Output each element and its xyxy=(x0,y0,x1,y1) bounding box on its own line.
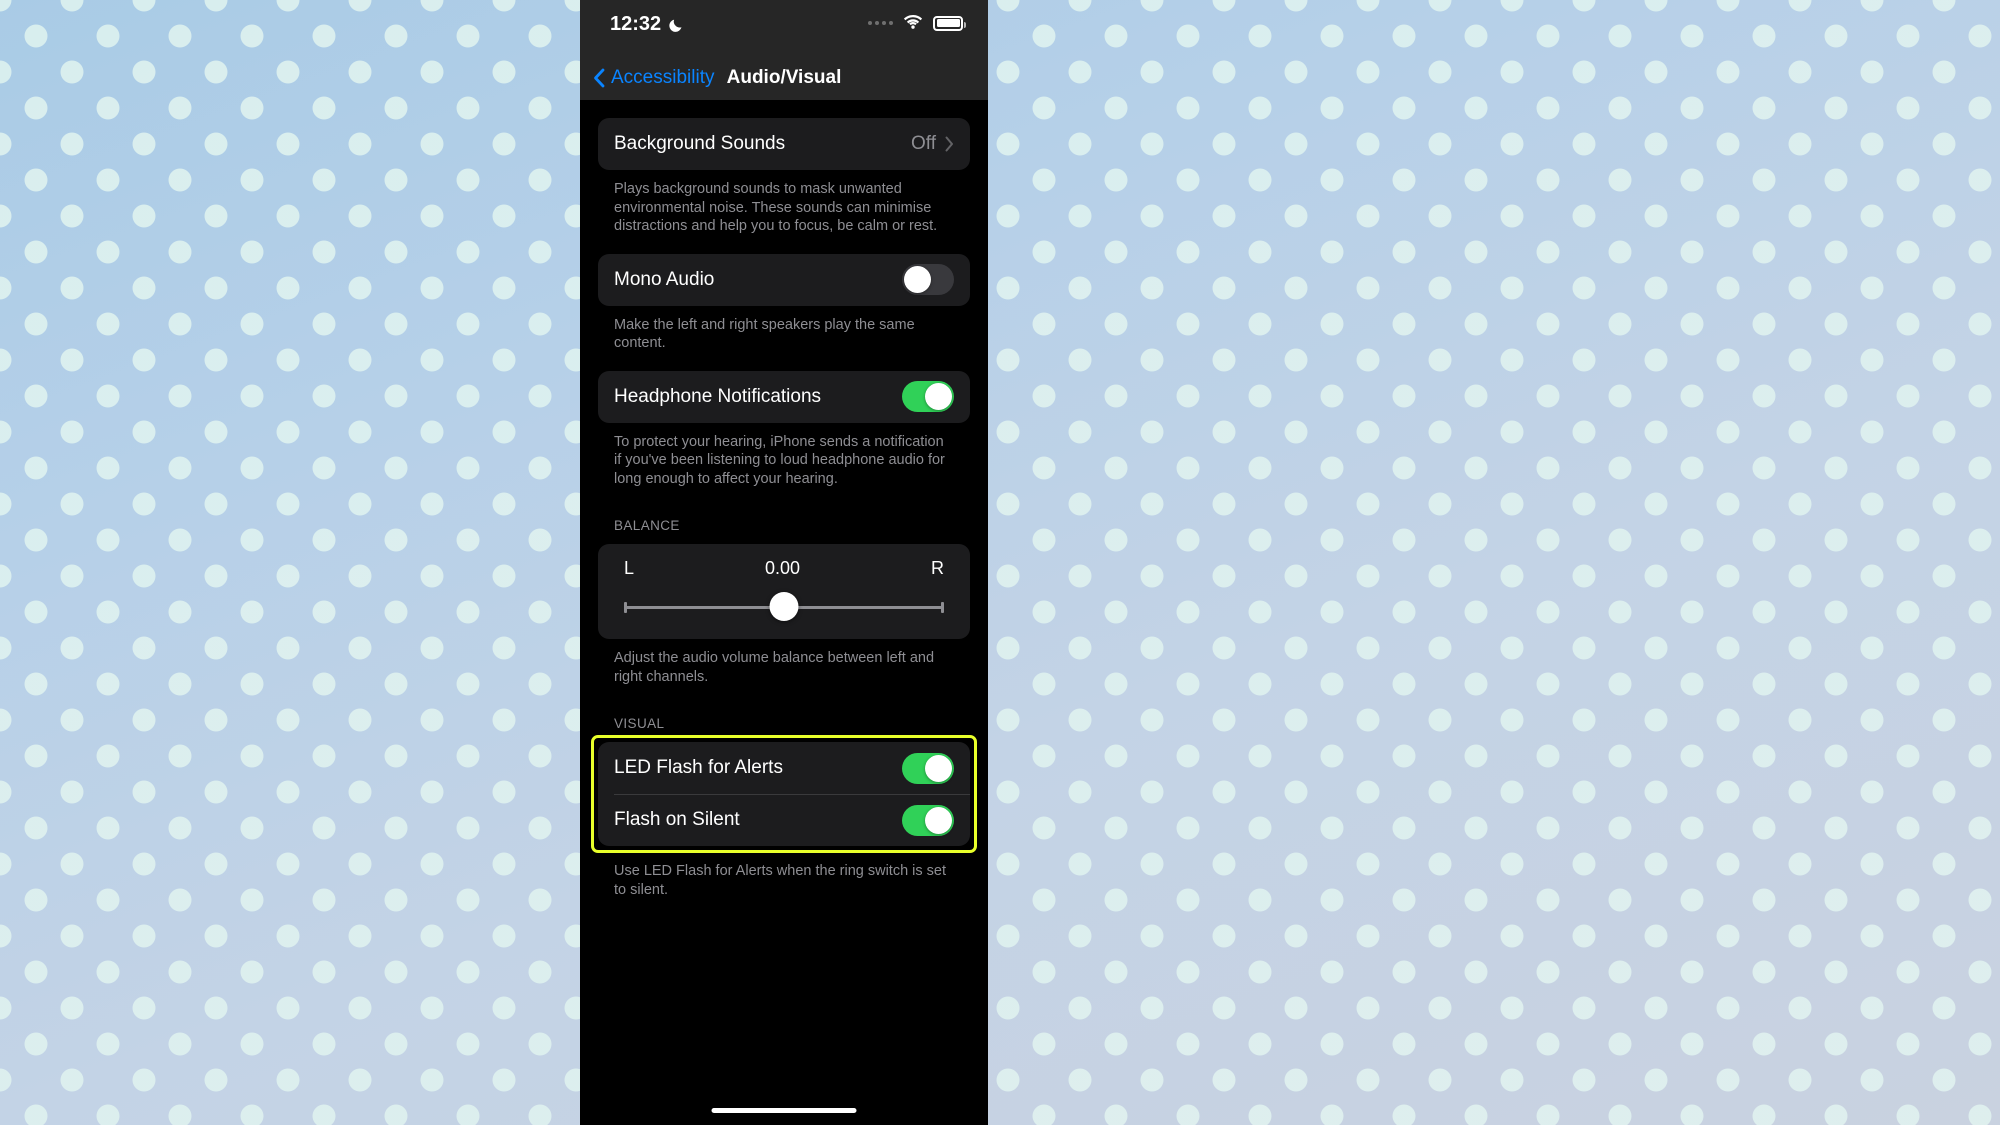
visual-section-header: VISUAL xyxy=(614,716,665,732)
home-indicator[interactable] xyxy=(711,1108,857,1113)
crescent-moon-icon xyxy=(669,19,682,32)
row-background-sounds[interactable]: Background Sounds Off xyxy=(598,118,970,170)
status-bar: 12:32 xyxy=(580,0,988,56)
mono-audio-label: Mono Audio xyxy=(614,268,715,290)
balance-labels: L 0.00 R xyxy=(624,558,944,579)
desktop-wallpaper xyxy=(0,0,2000,1125)
status-bar-right xyxy=(868,15,966,31)
headphone-notifications-description: To protect your hearing, iPhone sends a … xyxy=(614,433,945,487)
balance-section-header: BALANCE xyxy=(614,518,680,534)
row-led-flash-for-alerts[interactable]: LED Flash for Alerts xyxy=(598,742,970,794)
battery-full-icon xyxy=(933,15,966,31)
background-sounds-right: Off xyxy=(911,133,954,155)
mono-audio-toggle[interactable] xyxy=(902,264,954,296)
led-flash-toggle[interactable] xyxy=(902,752,954,784)
balance-left-label: L xyxy=(624,558,635,579)
visual-card: LED Flash for Alerts Flash on Silent xyxy=(598,742,970,847)
back-button-label: Accessibility xyxy=(611,67,715,88)
row-flash-on-silent[interactable]: Flash on Silent xyxy=(598,794,970,846)
background-sounds-label: Background Sounds xyxy=(614,133,786,154)
headphone-notifications-toggle[interactable] xyxy=(902,381,954,413)
balance-right-label: R xyxy=(931,558,944,579)
chevron-right-icon xyxy=(945,136,953,152)
phone-screen: 12:32 Accessibility Audio/Visual Backgro… xyxy=(580,0,988,1125)
balance-slider[interactable] xyxy=(624,592,944,622)
row-mono-audio[interactable]: Mono Audio xyxy=(598,254,970,306)
background-sounds-description: Plays background sounds to mask unwanted… xyxy=(614,181,938,235)
background-sounds-card: Background Sounds Off xyxy=(598,118,970,170)
balance-value: 0.00 xyxy=(764,558,801,579)
flash-on-silent-toggle[interactable] xyxy=(902,804,954,836)
visual-description: Use LED Flash for Alerts when the ring s… xyxy=(614,863,947,899)
balance-slider-handle[interactable] xyxy=(769,592,799,622)
row-headphone-notifications[interactable]: Headphone Notifications xyxy=(598,371,970,423)
toggle-knob xyxy=(925,754,952,782)
led-flash-label: LED Flash for Alerts xyxy=(614,757,783,779)
toggle-knob xyxy=(904,266,931,294)
navigation-bar: Accessibility Audio/Visual xyxy=(580,56,988,100)
clock-time: 12:32 xyxy=(610,13,662,35)
mono-audio-description: Make the left and right speakers play th… xyxy=(614,316,915,352)
signal-dots-icon xyxy=(868,21,893,25)
mono-audio-card: Mono Audio xyxy=(598,253,970,306)
wifi-icon xyxy=(903,15,923,29)
background-sounds-value: Off xyxy=(911,133,936,154)
headphone-notifications-card: Headphone Notifications xyxy=(598,370,970,423)
headphone-notifications-label: Headphone Notifications xyxy=(614,385,822,407)
balance-description: Adjust the audio volume balance between … xyxy=(614,650,935,685)
toggle-knob xyxy=(925,806,952,834)
back-button[interactable]: Accessibility xyxy=(593,67,714,89)
flash-on-silent-label: Flash on Silent xyxy=(614,809,740,831)
chevron-left-icon xyxy=(594,68,605,88)
balance-card: L 0.00 R xyxy=(598,544,970,640)
toggle-knob xyxy=(925,383,952,411)
status-bar-left: 12:32 xyxy=(610,13,684,36)
settings-list: Background Sounds Off Plays background s… xyxy=(580,118,988,1125)
